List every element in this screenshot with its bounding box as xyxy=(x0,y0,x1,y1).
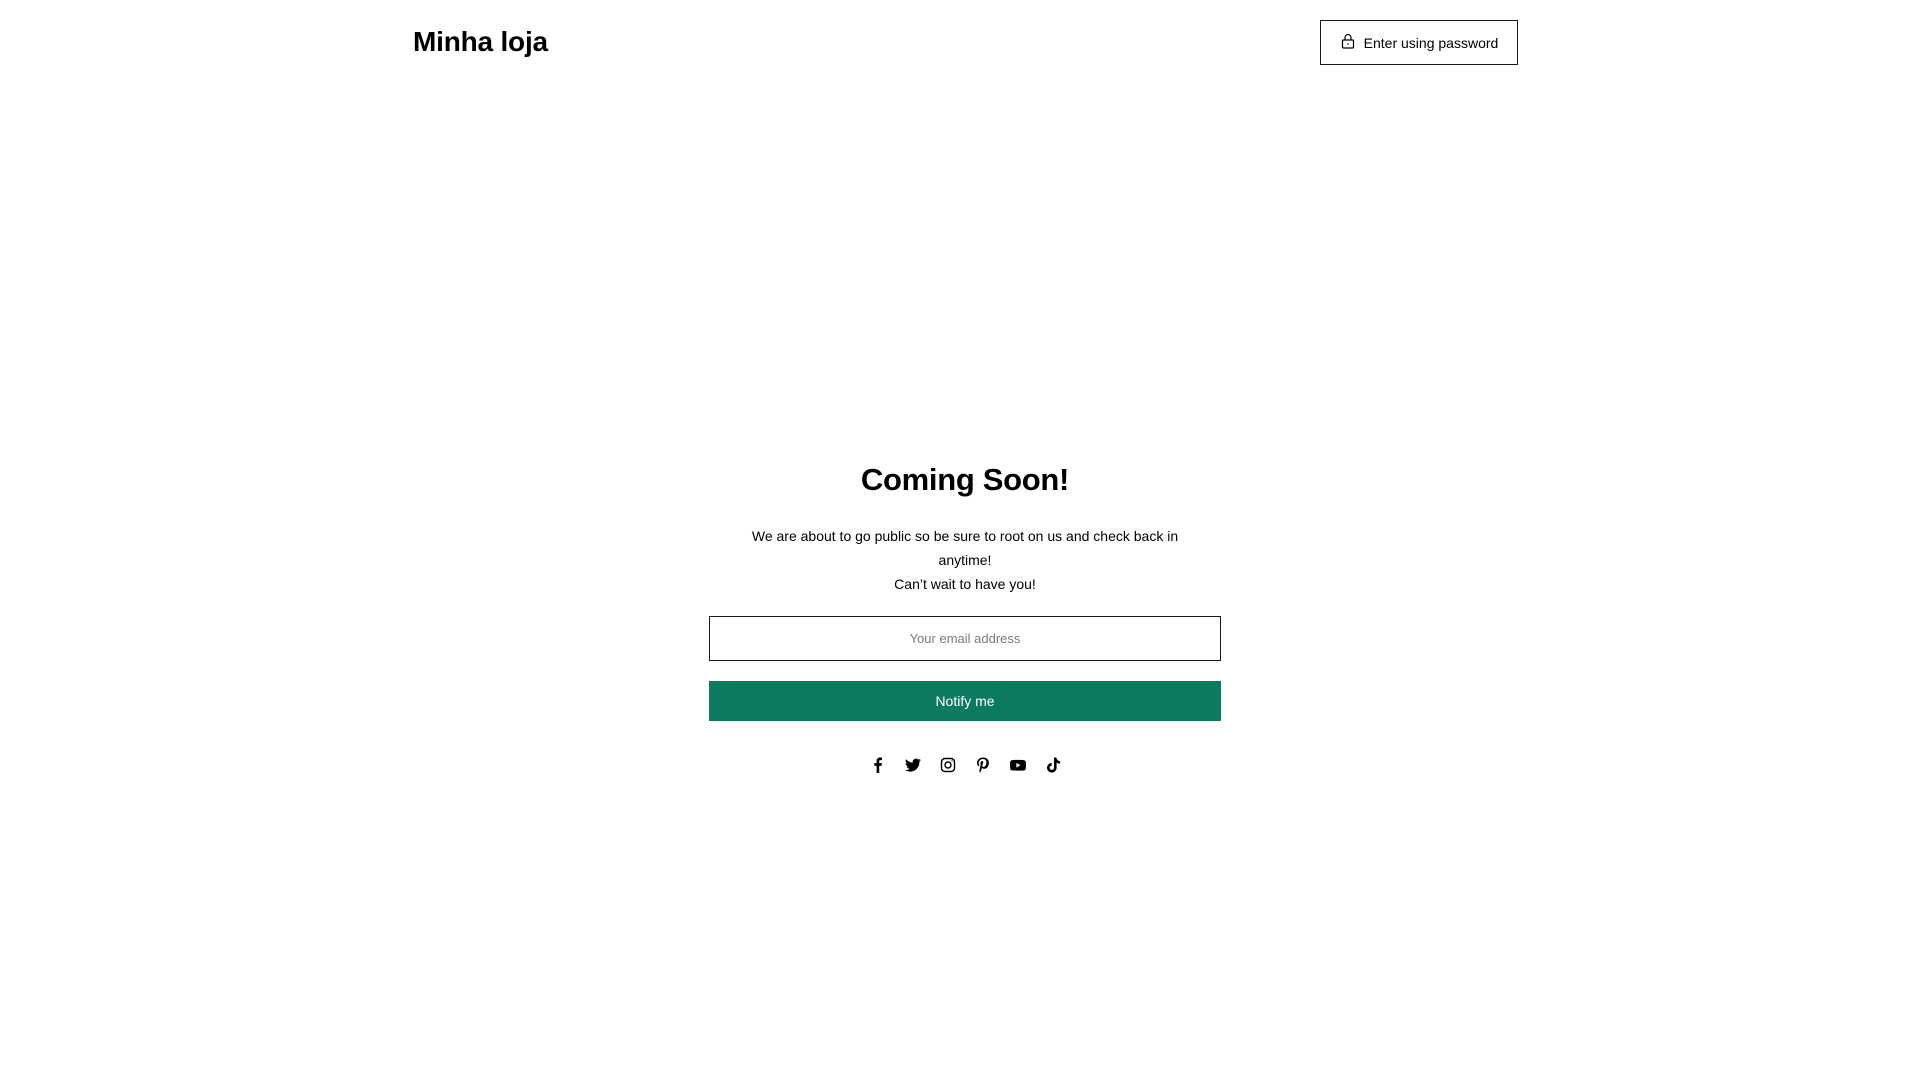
lock-icon xyxy=(1340,33,1356,49)
facebook-icon[interactable] xyxy=(870,757,886,773)
pinterest-icon[interactable] xyxy=(975,757,991,773)
tiktok-icon[interactable] xyxy=(1045,757,1061,773)
notify-me-button[interactable]: Notify me xyxy=(709,681,1221,721)
email-input[interactable] xyxy=(709,616,1221,661)
enter-password-label: Enter using password xyxy=(1363,34,1499,51)
youtube-icon[interactable] xyxy=(1009,757,1026,773)
social-links xyxy=(709,757,1221,773)
coming-soon-section: Coming Soon! We are about to go public s… xyxy=(709,460,1221,773)
coming-soon-heading: Coming Soon! xyxy=(860,462,1070,497)
message-line-2: Can’t wait to have you! xyxy=(894,576,1036,592)
coming-soon-message: We are about to go public so be sure to … xyxy=(709,524,1221,596)
instagram-icon[interactable] xyxy=(940,757,956,773)
twitter-icon[interactable] xyxy=(904,757,921,773)
store-title[interactable]: Minha loja xyxy=(413,24,548,60)
password-page: Minha loja Enter using password Coming S… xyxy=(0,0,1920,1080)
enter-password-button[interactable]: Enter using password xyxy=(1320,20,1518,65)
message-line-1: We are about to go public so be sure to … xyxy=(751,528,1179,568)
